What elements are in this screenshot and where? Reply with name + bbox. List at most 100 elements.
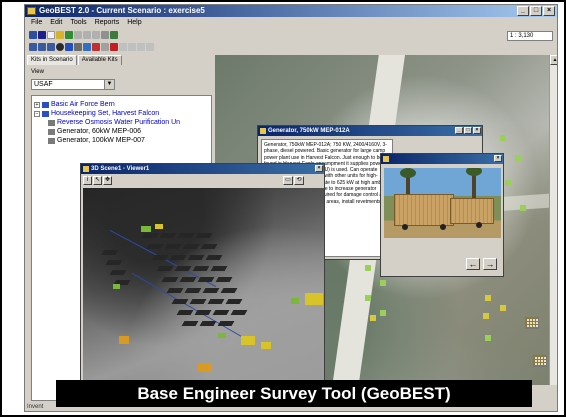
tent-building[interactable] [166, 288, 184, 293]
facility-building[interactable] [218, 333, 226, 338]
map-marker[interactable] [520, 205, 526, 211]
maximize-button[interactable]: □ [530, 6, 542, 16]
tent-building[interactable] [220, 288, 238, 293]
tent-building[interactable] [217, 321, 235, 326]
expand-icon[interactable]: + [34, 101, 40, 108]
globe-icon[interactable] [110, 30, 118, 39]
map-vertical-scrollbar[interactable]: ▲ [549, 55, 557, 385]
map-marker[interactable] [365, 265, 371, 271]
facility-building[interactable] [261, 342, 271, 349]
tent-building[interactable] [156, 266, 174, 271]
flag-icon[interactable] [110, 42, 118, 51]
collapse-icon[interactable]: − [34, 110, 40, 117]
maximize-button[interactable]: □ [464, 127, 472, 134]
tent-building[interactable] [161, 277, 179, 282]
tent-building[interactable] [189, 299, 207, 304]
tent-building[interactable] [171, 299, 189, 304]
menu-file[interactable]: File [31, 17, 42, 28]
map-marker[interactable] [483, 313, 489, 319]
add-icon[interactable] [56, 30, 64, 39]
camera-icon[interactable]: ▭ [283, 176, 293, 185]
facility-building[interactable] [305, 293, 323, 305]
tent-building[interactable] [194, 310, 212, 315]
facility-building[interactable] [241, 336, 255, 345]
scale-readout[interactable]: 1 : 3,130 [507, 31, 553, 41]
layers-icon[interactable] [119, 42, 127, 51]
zoom-extent-icon[interactable] [47, 42, 55, 51]
grid-icon[interactable] [101, 42, 109, 51]
cut-icon[interactable] [74, 30, 82, 39]
map-marker[interactable] [370, 315, 376, 321]
tree-item[interactable]: − Housekeeping Set, Harvest Falcon [34, 109, 209, 118]
tent-building[interactable] [197, 277, 215, 282]
tent-building[interactable] [164, 244, 182, 249]
tree-item[interactable]: + Basic Air Force Bern [34, 100, 209, 109]
settings-icon[interactable] [137, 42, 145, 51]
menu-tools[interactable]: Tools [70, 17, 86, 28]
close-button[interactable]: × [473, 127, 481, 134]
close-button[interactable]: × [543, 6, 555, 16]
facility-building[interactable] [119, 336, 129, 344]
paste-icon[interactable] [92, 30, 100, 39]
save-icon[interactable] [38, 30, 46, 39]
tent-building[interactable] [141, 233, 159, 238]
tent-building[interactable] [192, 266, 210, 271]
map-marker[interactable] [380, 280, 386, 286]
blank-icon[interactable] [47, 30, 55, 39]
tent-building[interactable] [174, 266, 192, 271]
tent-building[interactable] [184, 288, 202, 293]
globe-view-icon[interactable] [56, 42, 64, 51]
map-marker[interactable] [500, 135, 506, 141]
copy-icon[interactable] [83, 30, 91, 39]
tent-building[interactable] [169, 255, 187, 260]
facility-grid-icon[interactable] [525, 317, 539, 329]
tent-building[interactable] [101, 250, 119, 255]
tent-building[interactable] [199, 321, 217, 326]
close-button[interactable]: × [315, 165, 323, 172]
tent-building[interactable] [109, 270, 127, 275]
zoom-out-icon[interactable] [38, 42, 46, 51]
map-marker[interactable] [380, 310, 386, 316]
select-icon[interactable] [128, 42, 136, 51]
chevron-down-icon[interactable]: ▼ [104, 80, 114, 89]
print-icon[interactable] [146, 42, 154, 51]
tent-building[interactable] [177, 233, 195, 238]
tent-building[interactable] [215, 277, 233, 282]
minimize-button[interactable]: _ [517, 6, 529, 16]
view-select[interactable]: USAF ▼ [31, 79, 115, 90]
new-icon[interactable] [29, 30, 37, 39]
map-marker[interactable] [485, 335, 491, 341]
scroll-up-icon[interactable]: ▲ [550, 55, 557, 65]
tent-building[interactable] [225, 299, 243, 304]
facility-building[interactable] [155, 224, 163, 229]
minimize-button[interactable]: _ [455, 127, 463, 134]
zoom-in-icon[interactable] [29, 42, 37, 51]
map-marker[interactable] [515, 155, 521, 161]
facility-building[interactable] [113, 284, 120, 289]
reset-view-icon[interactable]: ⟲ [294, 176, 304, 185]
tent-building[interactable] [181, 321, 199, 326]
tent-building[interactable] [205, 255, 223, 260]
tent-building[interactable] [146, 244, 164, 249]
tent-building[interactable] [195, 233, 213, 238]
tent-building[interactable] [105, 260, 123, 265]
tent-building[interactable] [207, 299, 225, 304]
facility-building[interactable] [291, 298, 299, 304]
next-photo-button[interactable]: → [483, 258, 497, 270]
tent-building[interactable] [182, 244, 200, 249]
info-icon[interactable] [65, 42, 73, 51]
generator-window-titlebar[interactable]: Generator, 750kW MEP-012A _ □ × [258, 126, 482, 136]
tab-available-kits[interactable]: Available Kits [77, 55, 122, 65]
dropdown-icon[interactable] [101, 30, 109, 39]
tree-item[interactable]: Generator, 60kW MEP-006 [34, 127, 209, 136]
tent-building[interactable] [179, 277, 197, 282]
tent-building[interactable] [210, 266, 228, 271]
pointer-icon[interactable]: ↖ [93, 176, 102, 185]
pan-icon[interactable] [83, 42, 91, 51]
layer-icon[interactable] [65, 30, 73, 39]
tent-building[interactable] [200, 244, 218, 249]
3d-viewport[interactable] [83, 188, 324, 402]
tree-item[interactable]: Reverse Osmosis Water Purification Un [34, 118, 209, 127]
close-button[interactable]: × [494, 155, 502, 162]
tab-kits-in-scenario[interactable]: Kits in Scenario [27, 55, 77, 65]
